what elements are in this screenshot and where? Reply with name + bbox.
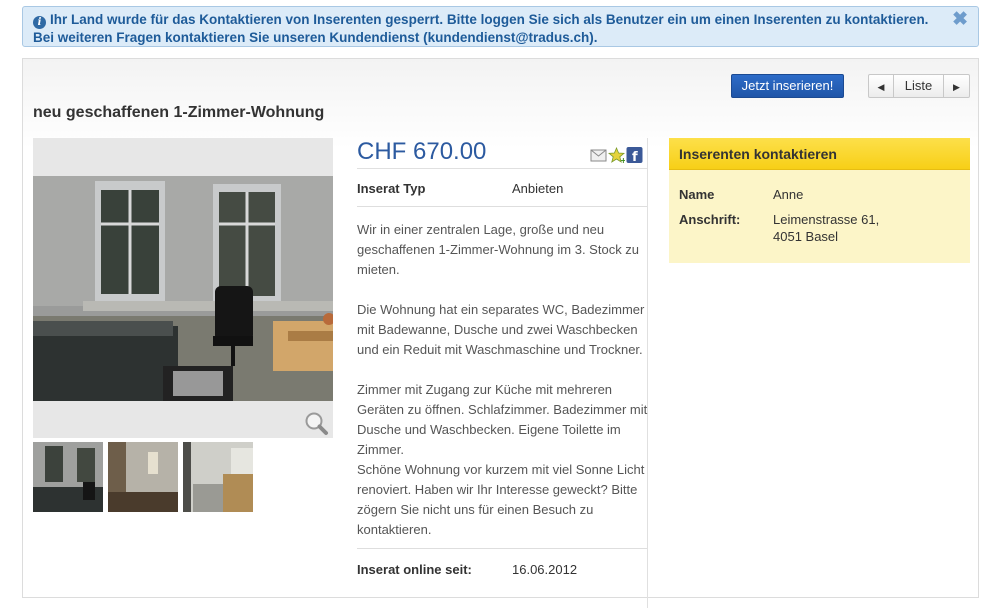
- description: Wir in einer zentralen Lage, große und n…: [357, 220, 649, 540]
- zoom-icon[interactable]: [303, 410, 329, 436]
- online-since-label: Inserat online seit:: [357, 562, 472, 577]
- type-value: Anbieten: [512, 181, 564, 196]
- info-icon: i: [33, 16, 46, 29]
- thumbnail[interactable]: [183, 442, 253, 512]
- divider: [357, 168, 647, 169]
- description-paragraph: Wir in einer zentralen Lage, große und n…: [357, 222, 640, 277]
- email-icon[interactable]: [590, 147, 607, 163]
- description-paragraph: Zimmer mit Zugang zur Küche mit mehreren…: [357, 382, 648, 457]
- arrow-left-icon: ◀: [877, 82, 885, 92]
- divider: [357, 206, 647, 207]
- type-label: Inserat Typ: [357, 181, 426, 196]
- divider: [357, 548, 647, 549]
- svg-text:+: +: [620, 156, 625, 163]
- favorite-star-icon[interactable]: +: [607, 146, 627, 165]
- contact-heading: Inserenten kontaktieren: [669, 138, 970, 170]
- alert-text: Ihr Land wurde für das Kontaktieren von …: [33, 12, 929, 45]
- next-button[interactable]: ▶: [944, 74, 970, 98]
- alert-banner: i Ihr Land wurde für das Kontaktieren von…: [22, 6, 979, 47]
- thumbnail-strip: [33, 442, 253, 512]
- description-paragraph: Die Wohnung hat ein separates WC, Badezi…: [357, 302, 645, 357]
- action-icons: + f: [590, 146, 643, 165]
- publish-ad-button[interactable]: Jetzt inserieren!: [731, 74, 844, 98]
- online-since-value: 16.06.2012: [512, 562, 578, 577]
- address-label: Anschrift:: [679, 212, 741, 227]
- page-title: neu geschaffenen 1-Zimmer-Wohnung: [33, 104, 325, 121]
- arrow-right-icon: ▶: [953, 82, 960, 92]
- list-button[interactable]: Liste: [894, 74, 944, 98]
- address-value: Leimenstrasse 61, 4051 Basel: [773, 211, 973, 245]
- facebook-icon[interactable]: f: [626, 147, 643, 165]
- photo-gallery: [33, 138, 333, 438]
- address-line: 4051 Basel: [773, 229, 839, 244]
- description-paragraph: Schöne Wohnung vor kurzem mit viel Sonne…: [357, 462, 645, 537]
- close-icon[interactable]: ✖: [952, 10, 968, 29]
- listing-details: CHF 670.00 + f Inserat Typ Anbieten Wir …: [345, 138, 648, 608]
- list-pager: ◀ Liste ▶: [868, 74, 970, 98]
- listing-panel: Jetzt inserieren! ◀ Liste ▶ neu geschaff…: [22, 58, 979, 608]
- price: CHF 670.00: [357, 138, 487, 165]
- address-line: Leimenstrasse 61,: [773, 212, 880, 227]
- name-label: Name: [679, 187, 715, 202]
- thumbnail[interactable]: [33, 442, 103, 512]
- previous-button[interactable]: ◀: [868, 74, 894, 98]
- main-photo[interactable]: [33, 176, 333, 401]
- thumbnail[interactable]: [108, 442, 178, 512]
- svg-text:f: f: [632, 150, 638, 163]
- name-value: Anne: [773, 187, 804, 202]
- contact-box: Inserenten kontaktieren Name Anne Anschr…: [669, 138, 970, 263]
